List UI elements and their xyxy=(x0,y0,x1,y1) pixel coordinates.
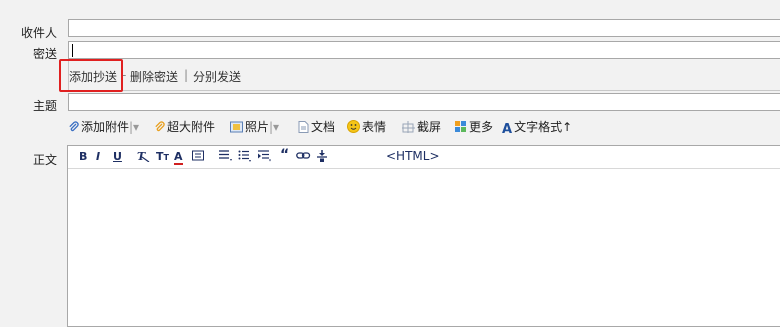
body-label: 正文 xyxy=(32,153,57,167)
font-a-icon: A xyxy=(502,122,513,137)
more-button[interactable]: 更多 xyxy=(455,118,493,135)
cc-bcc-toolbar: 添加抄送 - 删除密送 | 分别发送 xyxy=(68,60,780,91)
svg-text:T: T xyxy=(137,150,146,162)
clear-format-icon[interactable]: T xyxy=(136,150,150,165)
document-icon xyxy=(298,121,309,133)
align-icon[interactable] xyxy=(219,150,233,165)
highlight-icon[interactable] xyxy=(192,150,205,165)
format-toolbar: B I U T TT A “ <HTML> xyxy=(68,146,780,169)
smiley-icon xyxy=(347,120,360,133)
link-icon[interactable] xyxy=(296,150,311,165)
recipient-label: 收件人 xyxy=(20,26,57,40)
bcc-input[interactable] xyxy=(68,41,780,59)
font-size-button[interactable]: TT xyxy=(156,150,169,164)
subject-input[interactable] xyxy=(68,93,780,111)
add-attachment-button[interactable]: 添加附件|▾ xyxy=(68,118,139,135)
super-attachment-button[interactable]: 超大附件 xyxy=(154,118,215,135)
scissors-icon xyxy=(402,121,415,133)
photo-icon xyxy=(230,121,243,133)
italic-button[interactable]: I xyxy=(96,150,100,163)
document-button[interactable]: 文档 xyxy=(298,118,335,135)
separator: | xyxy=(184,68,189,82)
paperclip-icon xyxy=(155,121,165,132)
html-mode-button[interactable]: <HTML> xyxy=(386,149,440,163)
quote-button[interactable]: “ xyxy=(280,148,289,162)
divider-icon[interactable] xyxy=(317,150,327,165)
font-color-button[interactable]: A xyxy=(174,150,183,165)
body-editor: B I U T TT A “ <HTML> xyxy=(67,145,780,327)
bcc-label: 密送 xyxy=(32,47,57,61)
body-textarea[interactable] xyxy=(68,168,780,326)
photo-button[interactable]: 照片|▾ xyxy=(230,118,279,135)
text-caret xyxy=(72,44,73,57)
subject-label: 主题 xyxy=(32,99,57,113)
text-format-button[interactable]: A 文字格式↑ xyxy=(502,118,572,137)
highlight-box xyxy=(59,59,123,92)
paperclip-icon xyxy=(69,121,79,132)
underline-button[interactable]: U xyxy=(113,150,122,163)
emoji-button[interactable]: 表情 xyxy=(347,118,386,135)
screenshot-button[interactable]: 截屏 xyxy=(402,118,441,135)
split-send-link[interactable]: 分别发送 xyxy=(193,68,241,85)
grid-icon xyxy=(455,121,466,132)
indent-icon[interactable] xyxy=(258,150,272,165)
recipient-input[interactable] xyxy=(68,19,780,37)
bold-button[interactable]: B xyxy=(79,150,87,163)
list-icon[interactable] xyxy=(238,150,252,165)
delete-bcc-link[interactable]: 删除密送 xyxy=(130,68,178,85)
